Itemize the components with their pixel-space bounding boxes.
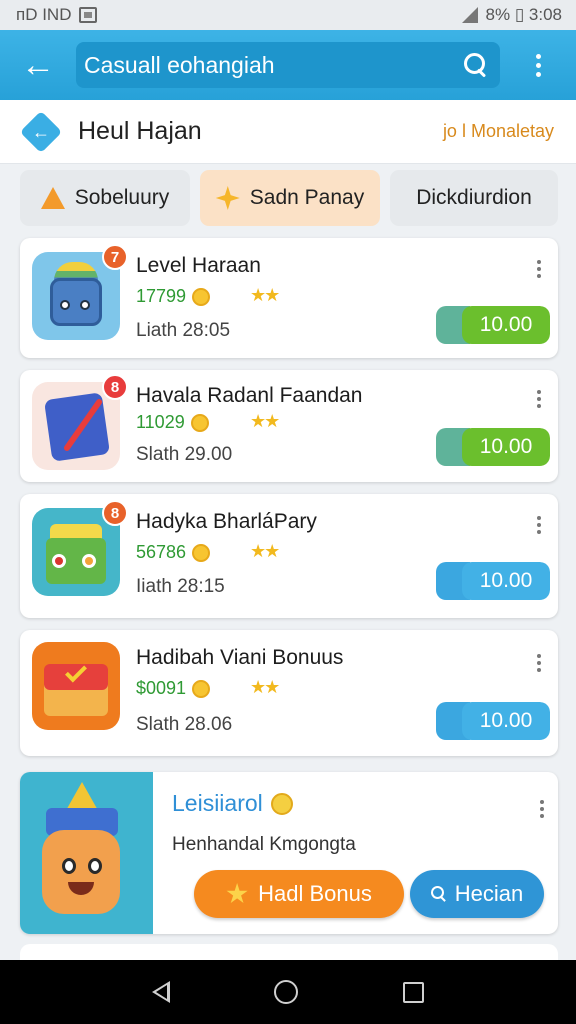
card-menu-button[interactable]	[534, 390, 544, 408]
overflow-menu-button[interactable]	[500, 30, 576, 100]
search-input[interactable]: Casuall eohangiah	[84, 52, 275, 79]
list-item[interactable]: Hadibah Viani Bonuus $0091 ★★ Slath 28.0…	[20, 630, 558, 756]
promo-subtitle: Henhandal Kmgongta	[172, 834, 356, 855]
status-left-text: ᴨD IND	[16, 5, 72, 24]
coin-icon	[192, 679, 211, 698]
stars-icon: ★★	[250, 285, 280, 305]
coin-icon	[192, 543, 211, 562]
search-field[interactable]: Casuall eohangiah	[76, 42, 500, 88]
list-item[interactable]: 7 Level Haraan 17799 ★★ Liath 28:05 10.0…	[20, 238, 558, 358]
arrow-left-icon: ←	[21, 45, 55, 84]
card-title: Hadyka BharláPary	[136, 510, 317, 533]
tab-bar: Sobeluury Sadn Panay Dickdiurdion	[20, 170, 558, 226]
bonus-button[interactable]: Hadl Bonus	[194, 870, 404, 918]
tab-label: Dickdiurdion	[416, 186, 532, 209]
card-title: Level Haraan	[136, 254, 261, 277]
tab-dickdiurdion[interactable]: Dickdiurdion	[390, 170, 558, 226]
back-diamond-icon[interactable]: ←	[19, 110, 63, 153]
promo-menu-button[interactable]	[540, 800, 544, 818]
back-button[interactable]: ←	[0, 30, 76, 100]
app-bar: ← Casuall eohangiah	[0, 30, 576, 100]
robot-thumbnail: 7	[32, 244, 128, 340]
list-item[interactable]: 8 Hadyka BharláPary 56786 ★★ Iiath 28:15…	[20, 494, 558, 618]
card-title: Havala Radanl Faandan	[136, 384, 363, 407]
trash-bin-thumbnail: 8	[32, 500, 128, 596]
search-button[interactable]: Hecian	[410, 870, 544, 918]
count-badge: 7	[102, 244, 128, 270]
card-menu-button[interactable]	[534, 260, 544, 278]
search-icon	[430, 886, 447, 902]
card-meta: Slath 28.06	[136, 714, 233, 735]
card-count: $0091	[136, 678, 211, 699]
cone-icon	[40, 187, 65, 209]
card-count: 17799	[136, 286, 211, 307]
status-right-text: 8% ▯ 3:08	[485, 5, 562, 24]
system-nav-bar	[0, 960, 576, 1024]
stars-icon: ★★	[250, 411, 280, 431]
page-title: Heul Hajan	[78, 117, 202, 145]
card-menu-button[interactable]	[534, 654, 544, 672]
notification-icon	[79, 7, 98, 23]
mascot-illustration	[20, 772, 153, 934]
star-icon	[226, 883, 248, 904]
price-button[interactable]: 10.00	[436, 562, 550, 600]
search-icon[interactable]	[462, 51, 490, 79]
count-badge: 8	[102, 500, 128, 526]
tab-label: Sobeluury	[74, 186, 170, 209]
signal-icon	[461, 7, 478, 23]
coin-icon	[190, 413, 209, 432]
card-menu-button[interactable]	[534, 516, 544, 534]
stars-icon: ★★	[250, 541, 280, 561]
tab-label: Sadn Panay	[249, 186, 365, 209]
stars-icon: ★★	[250, 677, 280, 697]
gem-icon	[270, 792, 293, 815]
promo-title: Leisiiarol	[172, 790, 293, 817]
spark-icon	[215, 186, 240, 210]
card-meta: Iiath 28:15	[136, 576, 225, 597]
tab-sadn-panay[interactable]: Sadn Panay	[200, 170, 380, 226]
price-button[interactable]: 10.00	[436, 306, 550, 344]
coin-icon	[192, 287, 211, 306]
page-header: ← Heul Hajan jo l Monaletay	[0, 100, 576, 164]
count-badge: 8	[102, 374, 128, 400]
card-count: 56786	[136, 542, 211, 563]
nav-back-icon[interactable]	[152, 981, 171, 1003]
promo-card: Leisiiarol Henhandal Kmgongta Hadl Bonus…	[20, 772, 558, 934]
nav-home-icon[interactable]	[274, 980, 299, 1004]
status-bar: ᴨD IND 8% ▯ 3:08	[0, 0, 576, 30]
header-link[interactable]: jo l Monaletay	[443, 121, 554, 142]
card-count: 11029	[136, 412, 209, 433]
card-meta: Slath 29.00	[136, 444, 233, 465]
price-button[interactable]: 10.00	[436, 428, 550, 466]
nav-recents-icon[interactable]	[402, 981, 424, 1003]
tab-sobeluury[interactable]: Sobeluury	[20, 170, 190, 226]
book-thumbnail: 8	[32, 374, 128, 470]
list-item[interactable]: 8 Havala Radanl Faandan 11029 ★★ Slath 2…	[20, 370, 558, 482]
treasure-chest-thumbnail	[32, 642, 120, 730]
card-meta: Liath 28:05	[136, 320, 231, 341]
card-title: Hadibah Viani Bonuus	[136, 646, 344, 669]
price-button[interactable]: 10.00	[436, 702, 550, 740]
